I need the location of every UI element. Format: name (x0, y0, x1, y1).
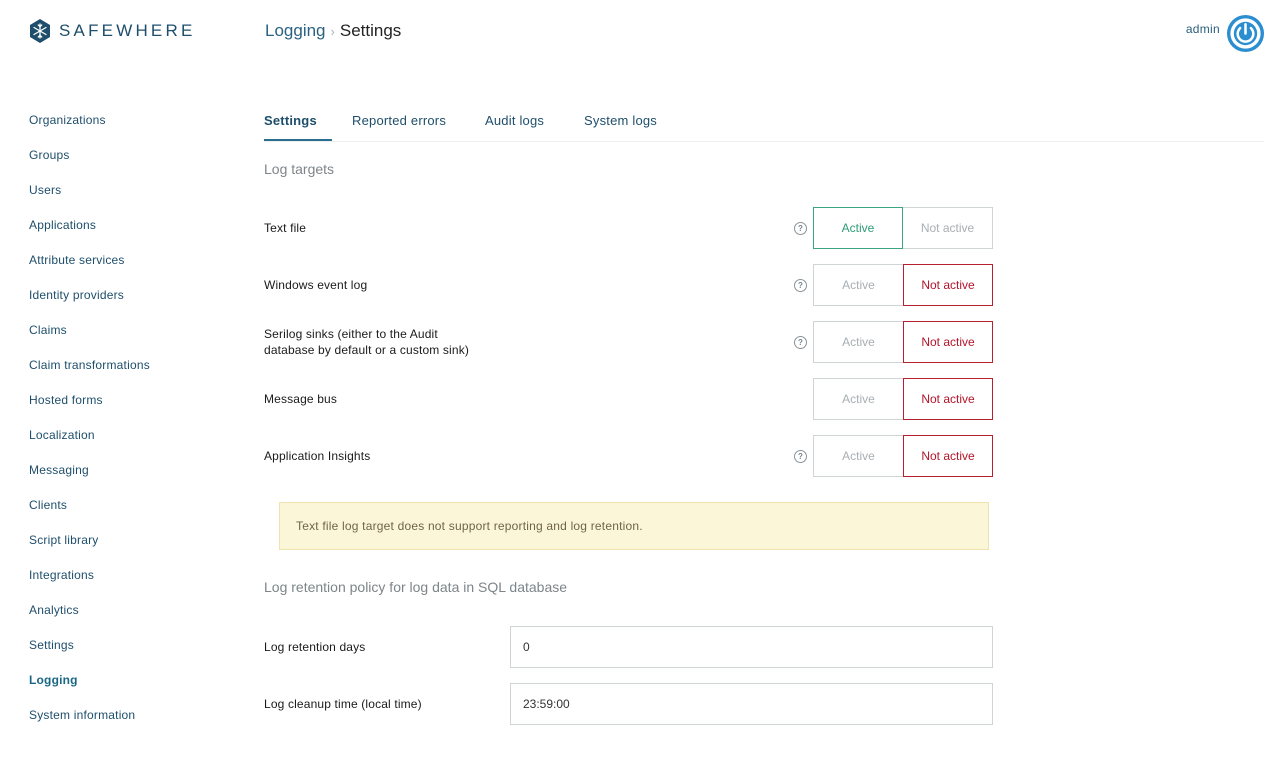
sidebar-item-integrations[interactable]: Integrations (29, 558, 239, 593)
tab-audit-logs[interactable]: Audit logs (485, 113, 544, 128)
serilog-sinks-active-option[interactable]: Active (813, 321, 903, 363)
sidebar-item-script-library[interactable]: Script library (29, 523, 239, 558)
retention-warning-notice: Text file log target does not support re… (279, 502, 989, 550)
sidebar-item-clients[interactable]: Clients (29, 488, 239, 523)
help-icon[interactable]: ? (794, 450, 807, 463)
active-tab-indicator (264, 139, 332, 141)
text-file-active-option[interactable]: Active (813, 207, 903, 249)
log-retention-days-input[interactable] (510, 626, 993, 668)
text-file-not-active-option[interactable]: Not active (903, 207, 993, 249)
windows-event-log-not-active-option[interactable]: Not active (903, 264, 993, 306)
application-insights-toggle: Active Not active (813, 435, 993, 477)
application-insights-label: Application Insights (264, 449, 371, 463)
text-file-toggle: Active Not active (813, 207, 993, 249)
tab-settings[interactable]: Settings (264, 113, 317, 128)
help-icon[interactable]: ? (794, 222, 807, 235)
sidebar-nav: Organizations Groups Users Applications … (29, 103, 239, 733)
log-retention-days-label: Log retention days (264, 640, 366, 654)
message-bus-active-option[interactable]: Active (813, 378, 903, 420)
user-name[interactable]: admin (1186, 22, 1220, 36)
brand-logo[interactable]: SAFEWHERE (29, 18, 195, 44)
serilog-sinks-label-line1: Serilog sinks (either to the Audit (264, 327, 438, 341)
application-insights-not-active-option[interactable]: Not active (903, 435, 993, 477)
windows-event-log-label: Windows event log (264, 278, 368, 292)
sidebar-item-groups[interactable]: Groups (29, 138, 239, 173)
log-cleanup-time-input[interactable] (510, 683, 993, 725)
tab-system-logs[interactable]: System logs (584, 113, 657, 128)
retention-policy-title: Log retention policy for log data in SQL… (264, 579, 568, 595)
log-cleanup-time-label: Log cleanup time (local time) (264, 697, 422, 711)
windows-event-log-toggle: Active Not active (813, 264, 993, 306)
message-bus-toggle: Active Not active (813, 378, 993, 420)
sidebar-item-applications[interactable]: Applications (29, 208, 239, 243)
breadcrumb: Logging › Settings (265, 21, 401, 41)
serilog-sinks-label-line2: database by default or a custom sink) (264, 343, 469, 357)
help-icon[interactable]: ? (794, 336, 807, 349)
user-menu[interactable]: admin (1186, 14, 1265, 53)
sidebar-item-organizations[interactable]: Organizations (29, 103, 239, 138)
serilog-sinks-label: Serilog sinks (either to the Audit datab… (264, 326, 469, 358)
power-icon[interactable] (1226, 14, 1265, 53)
message-bus-not-active-option[interactable]: Not active (903, 378, 993, 420)
brand-name: SAFEWHERE (59, 21, 196, 40)
sidebar-item-claim-transformations[interactable]: Claim transformations (29, 348, 239, 383)
sidebar-item-attribute-services[interactable]: Attribute services (29, 243, 239, 278)
windows-event-log-active-option[interactable]: Active (813, 264, 903, 306)
serilog-sinks-not-active-option[interactable]: Not active (903, 321, 993, 363)
sidebar-item-identity-providers[interactable]: Identity providers (29, 278, 239, 313)
breadcrumb-separator: › (330, 23, 335, 39)
help-icon[interactable]: ? (794, 279, 807, 292)
tab-reported-errors[interactable]: Reported errors (352, 113, 446, 128)
sidebar-item-logging[interactable]: Logging (29, 663, 239, 698)
sidebar-item-hosted-forms[interactable]: Hosted forms (29, 383, 239, 418)
sidebar-item-localization[interactable]: Localization (29, 418, 239, 453)
sidebar-item-users[interactable]: Users (29, 173, 239, 208)
application-insights-active-option[interactable]: Active (813, 435, 903, 477)
tab-bar: Settings Reported errors Audit logs Syst… (264, 103, 1264, 142)
serilog-sinks-toggle: Active Not active (813, 321, 993, 363)
message-bus-label: Message bus (264, 392, 338, 406)
sidebar-item-messaging[interactable]: Messaging (29, 453, 239, 488)
snowflake-hexagon-icon (30, 19, 50, 43)
sidebar-item-system-information[interactable]: System information (29, 698, 239, 733)
sidebar-item-analytics[interactable]: Analytics (29, 593, 239, 628)
text-file-label: Text file (264, 221, 307, 235)
breadcrumb-current: Settings (339, 21, 402, 40)
sidebar-item-claims[interactable]: Claims (29, 313, 239, 348)
sidebar-item-settings[interactable]: Settings (29, 628, 239, 663)
log-targets-title: Log targets (264, 161, 335, 177)
breadcrumb-parent[interactable]: Logging (265, 21, 326, 41)
